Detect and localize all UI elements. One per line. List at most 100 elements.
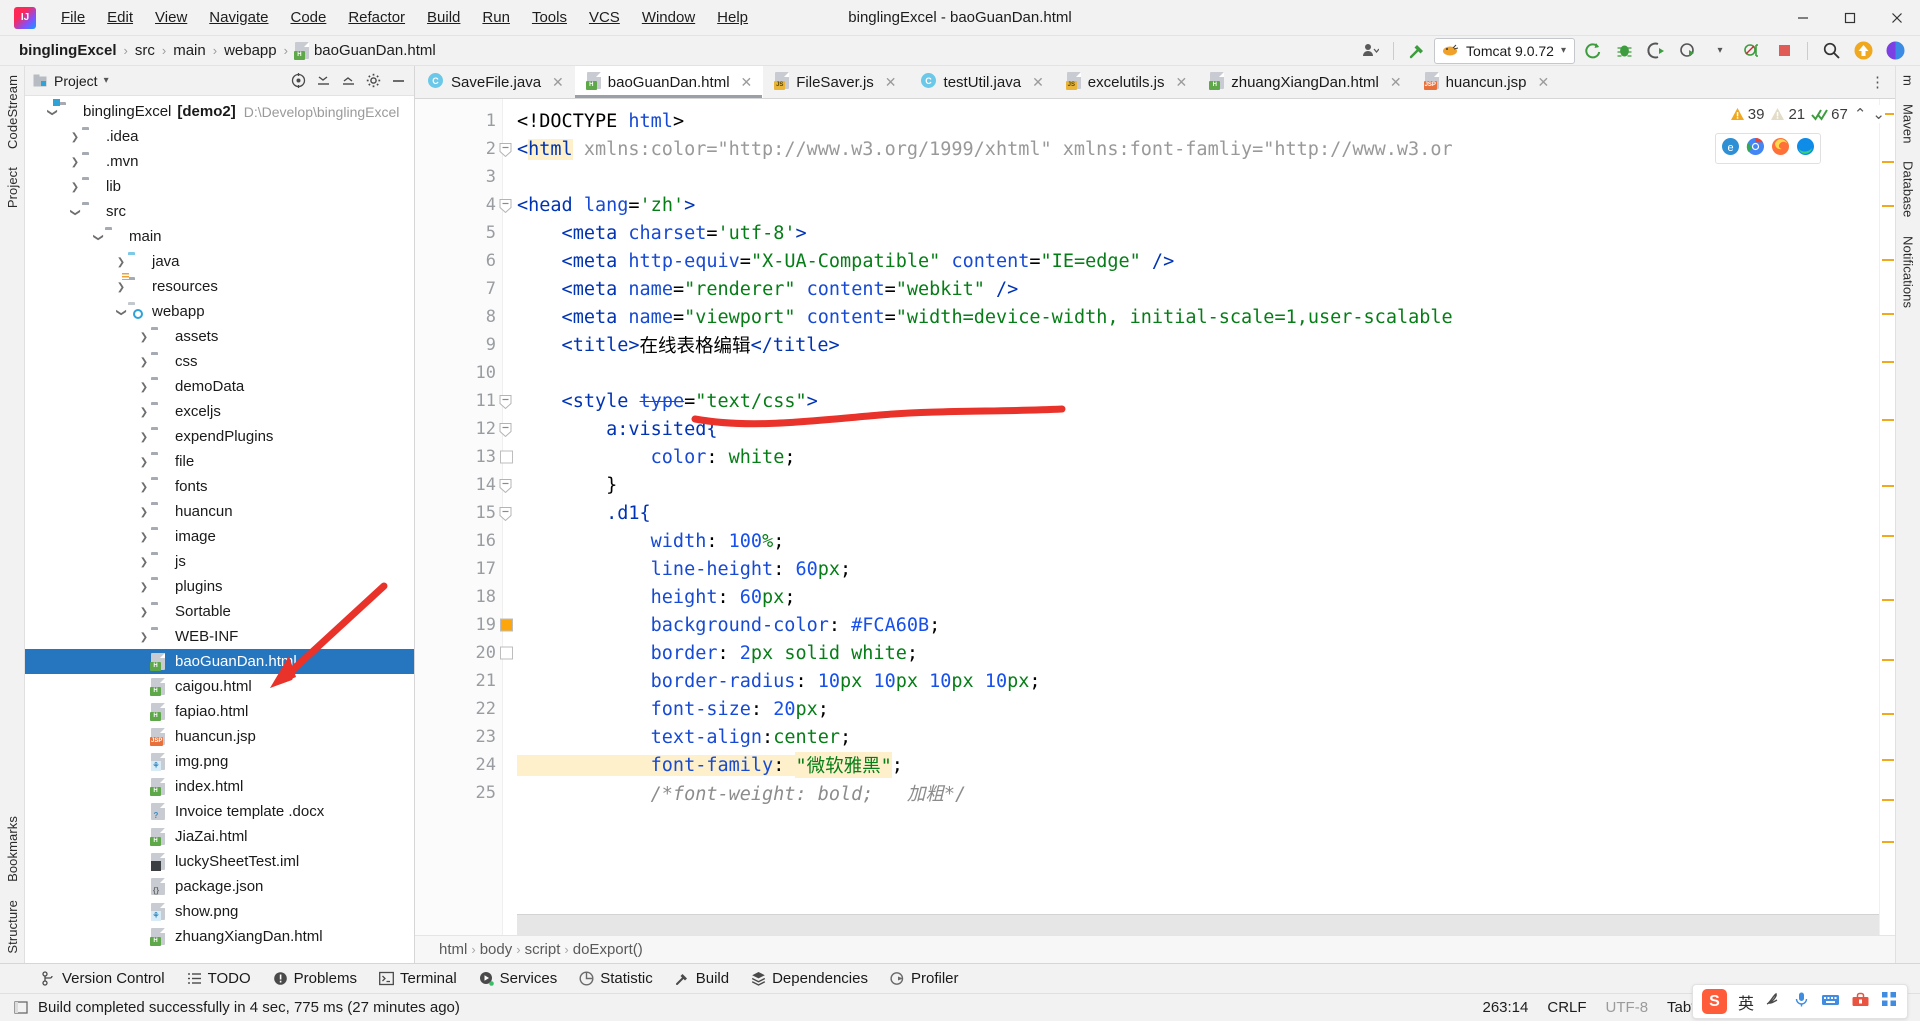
tree-node-binglingexcel[interactable]: binglingExcel [demo2] D:\Develop\binglingE…: [25, 99, 414, 124]
editor-crumb-body[interactable]: body: [480, 941, 513, 958]
code-line-12[interactable]: a:visited{: [503, 415, 1879, 443]
code-line-4[interactable]: < head lang ='zh' >: [503, 191, 1879, 219]
code-line-23[interactable]: text-align: center;: [503, 723, 1879, 751]
run-configuration-selector[interactable]: Tomcat 9.0.72 ▾: [1434, 37, 1575, 64]
project-panel-title[interactable]: Project ▾: [33, 73, 109, 89]
search-everywhere-button[interactable]: [1816, 38, 1846, 64]
tree-expand-toggle[interactable]: [137, 381, 151, 393]
tool-build[interactable]: Build: [664, 967, 740, 990]
gutter-line[interactable]: 6: [415, 247, 502, 275]
ime-language-label[interactable]: 英: [1738, 990, 1754, 1014]
tool-statistic[interactable]: Statistic: [568, 967, 664, 990]
tree-node-caigou-html[interactable]: Hcaigou.html: [25, 674, 414, 699]
debug-button[interactable]: [1609, 38, 1639, 64]
run-with-coverage-button[interactable]: [1641, 38, 1671, 64]
tree-expand-toggle[interactable]: [114, 281, 128, 293]
code-line-16[interactable]: width: 100%;: [503, 527, 1879, 555]
tab-options-icon[interactable]: ⋮: [1867, 73, 1889, 91]
gutter-line[interactable]: 14: [415, 471, 512, 499]
tree-node-src[interactable]: src: [25, 199, 414, 224]
tree-node-demodata[interactable]: demoData: [25, 374, 414, 399]
sogou-logo-icon[interactable]: [1701, 989, 1727, 1014]
event-log-icon[interactable]: [14, 1000, 29, 1015]
code-line-13[interactable]: color: white;: [503, 443, 1879, 471]
editor-tab-huancun-jsp[interactable]: JSP huancun.jsp ✕: [1412, 66, 1561, 98]
gutter-line[interactable]: 7: [415, 275, 502, 303]
tree-expand-toggle[interactable]: [137, 406, 151, 418]
tree-node-package-json[interactable]: {} package.json: [25, 874, 414, 899]
tool-todo[interactable]: TODO: [176, 967, 262, 990]
tree-node--mvn[interactable]: .mvn: [25, 149, 414, 174]
handwriting-icon[interactable]: [1765, 991, 1782, 1012]
tree-expand-toggle[interactable]: [137, 631, 151, 643]
tool-services[interactable]: Services: [468, 967, 569, 990]
tree-node-java[interactable]: java: [25, 249, 414, 274]
scroll-from-source-button[interactable]: [286, 70, 310, 92]
tree-node-luckysheettest-iml[interactable]: luckySheetTest.iml: [25, 849, 414, 874]
code-line-19[interactable]: background-color: #FCA60B;: [503, 611, 1879, 639]
gutter-line[interactable]: 5: [415, 219, 502, 247]
rail-structure[interactable]: Structure: [5, 891, 20, 963]
inspections-widget[interactable]: 39 21 67 ⌃ ⌄: [1725, 105, 1885, 123]
tree-node--idea[interactable]: .idea: [25, 124, 414, 149]
code-line-8[interactable]: < meta name = "viewport" content = "width=dev…: [503, 303, 1879, 331]
file-encoding[interactable]: UTF-8: [1606, 999, 1649, 1016]
gutter-line[interactable]: 3: [415, 163, 502, 191]
menu-run[interactable]: Run: [471, 4, 521, 32]
apps-icon[interactable]: [1881, 991, 1898, 1012]
code-content[interactable]: <!DOCTYPE html > < html xmlns:color="http:/…: [503, 99, 1879, 935]
collapse-all-button[interactable]: [311, 70, 335, 92]
tree-node-show-png[interactable]: ⚘ show.png: [25, 899, 414, 924]
tree-node-huancun[interactable]: huancun: [25, 499, 414, 524]
tree-expand-toggle[interactable]: [137, 356, 151, 368]
code-line-25[interactable]: /*font-weight: bold; 加粗*/: [503, 779, 1879, 807]
code-line-5[interactable]: < meta charset ='utf-8' >: [503, 219, 1879, 247]
tree-node-img-png[interactable]: ⚘ img.png: [25, 749, 414, 774]
tree-expand-toggle[interactable]: [68, 156, 82, 168]
tree-node-sortable[interactable]: Sortable: [25, 599, 414, 624]
editor-tab-savefile-java[interactable]: C SaveFile.java ✕: [415, 66, 575, 98]
code-line-11[interactable]: < style type = "text/css" >: [503, 387, 1879, 415]
tree-node-file[interactable]: file: [25, 449, 414, 474]
code-line-17[interactable]: line-height: 60 px;: [503, 555, 1879, 583]
tree-expand-toggle[interactable]: [137, 556, 151, 568]
breadcrumb-file[interactable]: H baoGuanDan.html: [290, 41, 441, 60]
editor-tab-bar[interactable]: C SaveFile.java ✕ HbaoGuanDan.html ✕ JS FileSa…: [415, 66, 1895, 99]
menu-code[interactable]: Code: [279, 4, 337, 32]
tree-node-main[interactable]: main: [25, 224, 414, 249]
tree-expand-toggle[interactable]: [137, 531, 151, 543]
editor-tab-filesaver-js[interactable]: JS FileSaver.js ✕: [763, 66, 908, 98]
tree-node-exceljs[interactable]: exceljs: [25, 399, 414, 424]
menu-navigate[interactable]: Navigate: [198, 4, 279, 32]
rail-notifications[interactable]: Notifications: [1901, 227, 1916, 317]
tab-close-icon[interactable]: ✕: [741, 74, 753, 91]
gutter-line[interactable]: 22: [415, 695, 502, 723]
code-line-15[interactable]: .d1{: [503, 499, 1879, 527]
keyboard-icon[interactable]: [1821, 991, 1840, 1012]
tree-node-lib[interactable]: lib: [25, 174, 414, 199]
rail-codestream[interactable]: CodeStream: [5, 66, 20, 158]
tree-node-assets[interactable]: assets: [25, 324, 414, 349]
horizontal-scrollbar[interactable]: [517, 914, 1879, 935]
tree-node-huancun-jsp[interactable]: JSP huancun.jsp: [25, 724, 414, 749]
tree-node-fapiao-html[interactable]: Hfapiao.html: [25, 699, 414, 724]
editor-crumb-html[interactable]: html: [439, 941, 467, 958]
ime-toolbar[interactable]: 英: [1691, 984, 1908, 1019]
expand-button[interactable]: [336, 70, 360, 92]
tree-expand-toggle[interactable]: [137, 456, 151, 468]
breadcrumb-project[interactable]: binglingExcel: [14, 41, 122, 60]
code-line-1[interactable]: <!DOCTYPE html >: [503, 107, 1879, 135]
analysis-marker-strip[interactable]: [1879, 99, 1895, 935]
tree-node-resources[interactable]: resources: [25, 274, 414, 299]
tree-node-webapp[interactable]: webapp: [25, 299, 414, 324]
menu-file[interactable]: File: [50, 4, 96, 32]
gutter-line[interactable]: 17: [415, 555, 502, 583]
tree-node-css[interactable]: css: [25, 349, 414, 374]
gutter-line[interactable]: 18: [415, 583, 502, 611]
code-line-2[interactable]: < html xmlns:color="http://www.w3.org/199…: [503, 135, 1879, 163]
tree-collapse-toggle[interactable]: [91, 231, 105, 243]
menu-window[interactable]: Window: [631, 4, 706, 32]
tab-close-icon[interactable]: ✕: [1537, 74, 1549, 91]
project-tree[interactable]: binglingExcel [demo2] D:\Develop\binglingE…: [25, 96, 414, 963]
gutter-line[interactable]: 16: [415, 527, 502, 555]
